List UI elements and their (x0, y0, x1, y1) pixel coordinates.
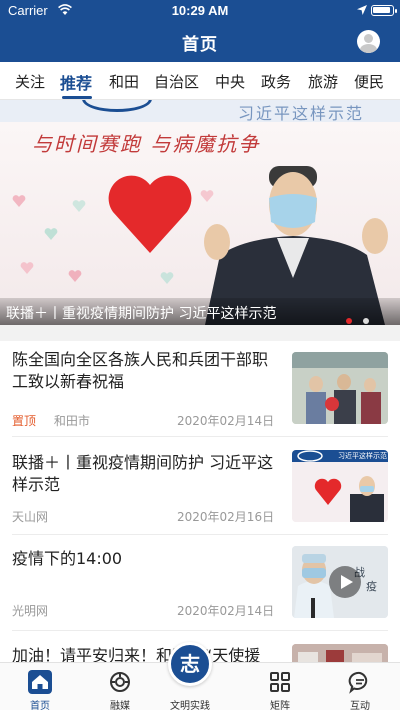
small-heart-icon (160, 272, 174, 284)
active-tab-indicator (62, 96, 92, 99)
home-icon (28, 670, 52, 694)
news-source: 光明网 (12, 604, 49, 618)
small-heart-icon (20, 262, 34, 274)
banner-ghost-title: 习近平这样示范 (238, 104, 365, 123)
nav-media[interactable]: 融媒 (80, 663, 160, 710)
nav-home-label: 首页 (30, 701, 50, 710)
user-avatar[interactable] (357, 30, 380, 53)
news-item[interactable]: 联播＋丨重视疫情期间防护 习近平这样示范 天山网 2020年02月16日 习近平… (12, 450, 388, 535)
banner-carousel[interactable]: 习近平这样示范 与时间赛跑 与病魔抗争 联播＋丨重视疫情期间防护 习近平这样示范 (0, 100, 400, 325)
news-title: 疫情下的14:00 (12, 549, 123, 568)
nav-home[interactable]: 首页 (0, 663, 80, 710)
user-shoulders-icon (360, 44, 377, 53)
category-tabs: 关注 推荐 和田 自治区 中央 政务 旅游 便民 (0, 62, 400, 100)
banner-arc-decoration (82, 100, 152, 112)
news-date: 2020年02月14日 (177, 604, 275, 618)
tab-guanzhu[interactable]: 关注 (15, 71, 45, 92)
news-date: 2020年02月16日 (177, 510, 275, 524)
matrix-icon (270, 672, 290, 692)
media-icon (110, 672, 130, 692)
carousel-indicator (340, 309, 370, 325)
pinned-badge: 置顶 (12, 414, 37, 428)
carousel-dot[interactable] (363, 318, 370, 324)
status-time: 10:29 AM (171, 3, 229, 18)
tab-bianmin[interactable]: 便民 (354, 71, 384, 92)
nav-media-label: 融媒 (110, 701, 130, 710)
tab-lvyou[interactable]: 旅游 (308, 71, 338, 92)
nav-civilization-label: 文明实践 (170, 701, 210, 710)
banner-top-strip: 习近平这样示范 (0, 100, 400, 123)
section-divider (0, 325, 400, 341)
news-thumbnail: 习近平这样示范 (292, 450, 388, 522)
news-source: 天山网 (12, 510, 49, 524)
small-heart-icon (68, 270, 82, 282)
nav-interact-label: 互动 (350, 701, 370, 710)
play-video-icon[interactable] (328, 565, 362, 599)
status-bar: Carrier 10:29 AM (0, 0, 400, 22)
news-date: 2020年02月14日 (177, 414, 275, 428)
news-meta: 置顶 和田市 (12, 412, 90, 429)
nav-interact[interactable]: 互动 (320, 663, 400, 710)
small-heart-icon (12, 195, 26, 207)
news-video-thumbnail[interactable]: 战 疫 (292, 546, 388, 618)
civilization-center-button[interactable]: 志 (168, 642, 212, 686)
red-heart-icon (108, 175, 192, 253)
tab-zizhiqu[interactable]: 自治区 (154, 71, 199, 92)
nav-matrix-label: 矩阵 (270, 701, 290, 710)
page-title: 首页 (182, 35, 218, 55)
news-source: 和田市 (53, 414, 90, 428)
tab-zhongyang[interactable]: 中央 (215, 71, 245, 92)
thumbnail-scene-icon (292, 352, 388, 424)
news-item[interactable]: 陈全国向全区各族人民和兵团干部职工致以新春祝福 置顶 和田市 2020年02月1… (12, 349, 388, 437)
location-arrow-icon (357, 5, 367, 15)
tab-tuijian[interactable]: 推荐 (60, 70, 92, 94)
banner-slogan: 与时间赛跑 与病魔抗争 (32, 132, 261, 156)
user-head-icon (364, 34, 373, 43)
news-title: 联播＋丨重视疫情期间防护 习近平这样示范 (12, 453, 274, 494)
tab-zhengwu[interactable]: 政务 (261, 71, 291, 92)
news-item[interactable]: 疫情下的14:00 光明网 2020年02月14日 战 疫 (12, 546, 388, 631)
app-header: Carrier 10:29 AM 首页 (0, 0, 400, 62)
nav-matrix[interactable]: 矩阵 (240, 663, 320, 710)
small-heart-icon (44, 228, 58, 240)
news-title: 陈全国向全区各族人民和兵团干部职工致以新春祝福 (12, 350, 269, 391)
small-heart-icon (72, 200, 86, 212)
banner-caption: 联播＋丨重视疫情期间防护 习近平这样示范 (6, 306, 277, 322)
chat-icon (348, 671, 368, 694)
thumbnail-caption: 习近平这样示范 (338, 452, 387, 460)
tab-hetian[interactable]: 和田 (109, 71, 139, 92)
news-thumbnail (292, 352, 388, 424)
battery-icon (371, 5, 397, 16)
carousel-dot-active[interactable] (346, 318, 352, 324)
svg-text:疫: 疫 (366, 579, 377, 593)
